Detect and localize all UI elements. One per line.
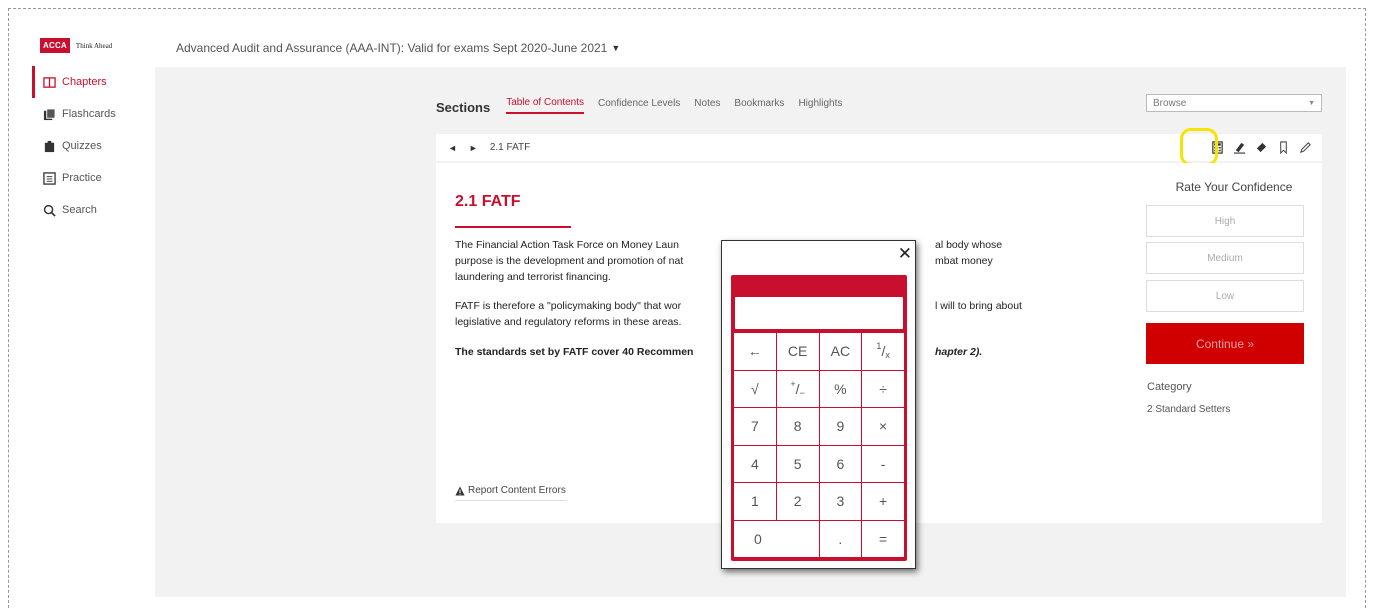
calculator-keypad: ← CE AC 1/x √ + / − % ÷ 7 8 9 × 4 5 6 - 1 … bbox=[733, 332, 905, 558]
calc-key-4[interactable]: 4 bbox=[734, 445, 776, 482]
sidebar-item-chapters[interactable]: Chapters bbox=[32, 66, 142, 98]
calc-key-7[interactable]: 7 bbox=[734, 408, 776, 445]
calc-key-0[interactable]: 0 bbox=[734, 520, 819, 557]
calculator-icon[interactable] bbox=[1206, 137, 1228, 159]
sidebar-item-practice[interactable]: Practice bbox=[32, 162, 142, 194]
tab-bookmarks[interactable]: Bookmarks bbox=[734, 98, 784, 113]
sidebar-item-search[interactable]: Search bbox=[32, 194, 142, 226]
sidebar-nav: Chapters Flashcards Quizzes Practice Sea… bbox=[32, 66, 142, 226]
calc-key-1[interactable]: 1 bbox=[734, 483, 776, 520]
confidence-medium-button[interactable]: Medium bbox=[1146, 242, 1304, 274]
calc-key-3[interactable]: 3 bbox=[819, 483, 862, 520]
browse-select[interactable]: Browse ▼ bbox=[1146, 94, 1322, 112]
calc-key-clear-entry[interactable]: CE bbox=[776, 333, 819, 370]
tool-icons bbox=[1206, 134, 1316, 161]
calc-key-sqrt[interactable]: √ bbox=[734, 370, 776, 407]
quiz-icon bbox=[42, 139, 56, 153]
calculator-display bbox=[735, 297, 903, 329]
highlighter-icon[interactable] bbox=[1228, 137, 1250, 159]
calc-key-backspace[interactable]: ← bbox=[734, 333, 776, 370]
title-divider bbox=[455, 226, 571, 228]
tab-confidence-levels[interactable]: Confidence Levels bbox=[598, 98, 680, 113]
sidebar-item-label: Quizzes bbox=[62, 140, 102, 152]
sections-label: Sections bbox=[436, 99, 491, 115]
next-button[interactable]: ► bbox=[469, 143, 478, 153]
browse-select-value: Browse bbox=[1153, 97, 1187, 109]
logo-tagline: Think Ahead bbox=[75, 41, 113, 50]
sidebar-item-label: Search bbox=[62, 204, 97, 216]
calc-key-divide[interactable]: ÷ bbox=[862, 370, 904, 407]
search-icon bbox=[42, 203, 56, 217]
course-selector[interactable]: Advanced Audit and Assurance (AAA-INT): … bbox=[176, 41, 620, 55]
tab-table-of-contents[interactable]: Table of Contents bbox=[506, 97, 585, 114]
practice-icon bbox=[42, 171, 56, 185]
confidence-low-button[interactable]: Low bbox=[1146, 280, 1304, 312]
category-value: 2 Standard Setters bbox=[1147, 404, 1231, 415]
pencil-icon[interactable] bbox=[1294, 137, 1316, 159]
calc-key-plus[interactable]: + bbox=[862, 483, 904, 520]
calc-key-percent[interactable]: % bbox=[819, 370, 862, 407]
calc-key-reciprocal[interactable]: 1/x bbox=[862, 333, 904, 370]
rate-confidence-title: Rate Your Confidence bbox=[1175, 180, 1293, 194]
sidebar-item-quizzes[interactable]: Quizzes bbox=[32, 130, 142, 162]
continue-button[interactable]: Continue » bbox=[1146, 323, 1304, 364]
calc-key-minus[interactable]: - bbox=[862, 445, 904, 482]
bookmark-icon[interactable] bbox=[1272, 137, 1294, 159]
chapter-toolbar: ◄ ► 2.1 FATF bbox=[436, 134, 1322, 161]
breadcrumb: 2.1 FATF bbox=[489, 142, 531, 153]
calc-key-all-clear[interactable]: AC bbox=[819, 333, 862, 370]
calc-key-5[interactable]: 5 bbox=[776, 445, 819, 482]
calc-key-2[interactable]: 2 bbox=[776, 483, 819, 520]
calculator-popup: ✕ ← CE AC 1/x √ + / − % ÷ 7 8 9 × 4 5 6 - … bbox=[721, 240, 916, 569]
eraser-icon[interactable] bbox=[1250, 137, 1272, 159]
tab-highlights[interactable]: Highlights bbox=[798, 98, 842, 113]
brand-logo[interactable]: ACCA Think Ahead bbox=[40, 38, 112, 53]
calc-key-6[interactable]: 6 bbox=[819, 445, 862, 482]
sidebar-item-label: Practice bbox=[62, 172, 102, 184]
calc-key-multiply[interactable]: × bbox=[862, 408, 904, 445]
calc-key-decimal[interactable]: . bbox=[819, 520, 862, 557]
sections-bar: Sections Table of Contents Confidence Le… bbox=[436, 90, 1322, 120]
sidebar-item-label: Flashcards bbox=[62, 108, 116, 120]
chapter-title: 2.1 FATF bbox=[455, 193, 521, 210]
logo-mark: ACCA bbox=[40, 38, 70, 53]
course-title: Advanced Audit and Assurance (AAA-INT): … bbox=[176, 41, 608, 55]
sidebar-item-flashcards[interactable]: Flashcards bbox=[32, 98, 142, 130]
sidebar-item-label: Chapters bbox=[62, 76, 107, 88]
chevron-down-icon: ▼ bbox=[1308, 99, 1315, 107]
book-icon bbox=[42, 75, 56, 89]
calc-key-equals[interactable]: = bbox=[862, 520, 904, 557]
caret-down-icon: ▼ bbox=[611, 43, 621, 53]
calculator-body: ← CE AC 1/x √ + / − % ÷ 7 8 9 × 4 5 6 - 1 … bbox=[731, 275, 907, 561]
prev-button[interactable]: ◄ bbox=[448, 143, 457, 153]
flashcards-icon bbox=[42, 107, 56, 121]
calc-key-8[interactable]: 8 bbox=[776, 408, 819, 445]
category-label: Category bbox=[1147, 381, 1192, 393]
report-content-errors-link[interactable]: Report Content Errors bbox=[455, 485, 567, 501]
confidence-high-button[interactable]: High bbox=[1146, 205, 1304, 237]
calc-key-9[interactable]: 9 bbox=[819, 408, 862, 445]
tab-notes[interactable]: Notes bbox=[694, 98, 720, 113]
report-link-label: Report Content Errors bbox=[468, 485, 566, 496]
calc-key-sign[interactable]: + / − bbox=[776, 370, 819, 407]
close-icon[interactable]: ✕ bbox=[898, 245, 912, 262]
warning-icon bbox=[455, 486, 465, 495]
